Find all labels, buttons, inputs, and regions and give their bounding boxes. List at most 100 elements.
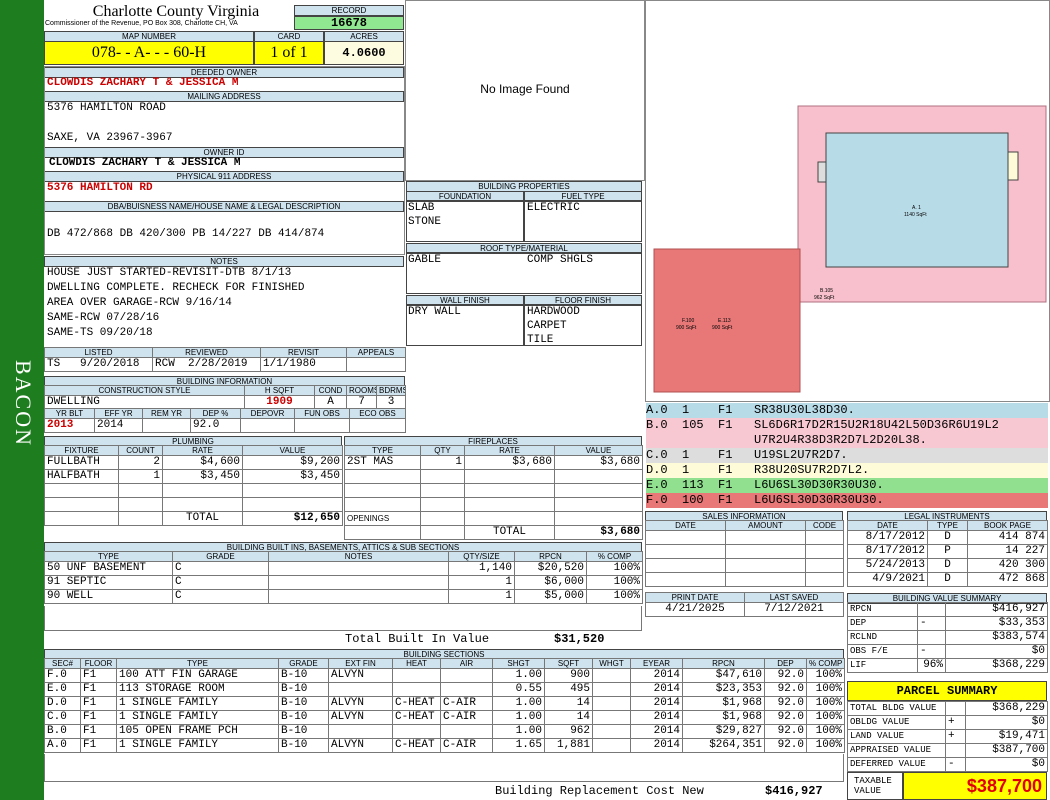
- fp-type-header: TYPE: [344, 445, 421, 456]
- empty-cell: [44, 511, 119, 526]
- style-header: CONSTRUCTION STYLE: [44, 385, 245, 396]
- print-date: 4/21/2025: [645, 602, 745, 617]
- sqft: 900: [544, 668, 593, 683]
- fp-type: 2ST MAS: [344, 455, 421, 470]
- sketch-section-c: [817, 161, 827, 183]
- fuel-type: ELECTRIC: [527, 202, 580, 214]
- table-row: B.0 F1 105 OPEN FRAME PCH B-10 1.00 962 2014 $2…: [44, 724, 845, 739]
- bi-rpcn: $20,520: [514, 561, 587, 576]
- table-row: 90 WELL C 1 $5,000 100%: [44, 589, 643, 604]
- legal-type: D: [927, 558, 968, 573]
- whgt: [592, 668, 631, 683]
- table-row: HALFBATH 1 $3,450 $3,450: [44, 469, 343, 484]
- comp: 100%: [806, 682, 845, 697]
- empty-cell: [44, 483, 119, 498]
- vs-value: $0: [945, 644, 1048, 659]
- hsqft-header: H SQFT: [244, 385, 315, 396]
- sketch-vector-f: F.0 100 F1 L6U6SL30D30R30U30.: [646, 493, 1048, 508]
- remodel-year: [142, 418, 191, 433]
- legal-type-header: TYPE: [927, 520, 968, 531]
- commissioner-line: Commissioner of the Revenue, PO Box 308,…: [45, 20, 238, 27]
- air: C-AIR: [440, 696, 493, 711]
- eyear: 2014: [630, 724, 683, 739]
- print-date-header: PRINT DATE: [645, 592, 745, 603]
- floor: F1: [80, 682, 117, 697]
- sale-code-header: CODE: [805, 520, 844, 531]
- floor-finish-1: HARDWOOD: [527, 306, 580, 318]
- legal-book: 14 227: [967, 544, 1048, 559]
- sketch-section-a: [825, 132, 1009, 268]
- legal-date: 4/9/2021: [847, 572, 928, 587]
- sketch-label-b: B.105: [820, 288, 833, 294]
- bi-type: 91 SEPTIC: [44, 575, 173, 590]
- empty-cell: [118, 497, 163, 512]
- sketch-vector-e: E.0 113 F1 L6U6SL30D30R30U30.: [646, 478, 1048, 493]
- empty-cell: [554, 469, 643, 484]
- sec: E.0: [44, 682, 81, 697]
- sqft: 14: [544, 696, 593, 711]
- empty-cell: [464, 497, 555, 512]
- value: $3,450: [242, 469, 343, 484]
- dep: 92.0: [764, 682, 807, 697]
- building-sketch: A. 1 1140 SqFt B.105 962 SqFt F.100 E.11…: [653, 105, 1047, 393]
- ps-sign: [945, 701, 966, 716]
- legal-type: P: [927, 544, 968, 559]
- count: 2: [118, 455, 163, 470]
- air: C-AIR: [440, 710, 493, 725]
- table-row: RCLND $383,574: [847, 630, 1048, 645]
- table-row: LIF 96% $368,229: [847, 658, 1048, 673]
- bi-type: 50 UNF BASEMENT: [44, 561, 173, 576]
- floor-header: FLOOR: [80, 658, 117, 669]
- comp: 100%: [806, 668, 845, 683]
- built-in-total: $31,520: [554, 632, 605, 646]
- card-value: 1 of 1: [254, 41, 324, 65]
- whgt: [592, 696, 631, 711]
- vs-label: RCLND: [847, 630, 918, 645]
- vs-label: DEP: [847, 616, 918, 631]
- shgt: 1.00: [492, 724, 545, 739]
- legal-date: 8/17/2012: [847, 544, 928, 559]
- air: C-AIR: [440, 738, 493, 753]
- rate: $3,450: [162, 469, 243, 484]
- depovr-header: DEPOVR: [240, 408, 295, 419]
- notes-list: HOUSE JUST STARTED-REVISIT-DTB 8/1/13 DW…: [47, 266, 402, 341]
- bi-type-header: TYPE: [44, 551, 173, 562]
- note-line: SAME-TS 09/20/18: [47, 327, 153, 339]
- empty-cell: [420, 525, 465, 540]
- empty-cell: [725, 558, 806, 573]
- fp-total: $3,680: [554, 525, 643, 540]
- wall-finish: DRY WALL: [408, 306, 461, 318]
- whgt: [592, 738, 631, 753]
- taxable-label-box: TAXABLE VALUE: [847, 772, 903, 800]
- bi-comp: 100%: [586, 561, 643, 576]
- value-header: VALUE: [242, 445, 343, 456]
- vs-sign: -: [917, 616, 946, 631]
- bi-qty: 1: [448, 589, 515, 604]
- empty-cell: [645, 530, 726, 545]
- built-in-empty-area: [44, 606, 642, 631]
- empty-cell: [805, 544, 844, 559]
- ps-label: LAND VALUE: [847, 729, 946, 744]
- empty-cell: [805, 530, 844, 545]
- table-row: OBLDG VALUE + $0: [847, 715, 1048, 730]
- built-in-total-label: Total Built In Value: [345, 632, 490, 646]
- fp-value: $3,680: [554, 455, 643, 470]
- reviewed-date: 2/28/2019: [188, 358, 248, 371]
- table-row: OBS F/E - $0: [847, 644, 1048, 659]
- comp-header: % COMP: [806, 658, 845, 669]
- rpcn: $47,610: [682, 668, 765, 683]
- district-label: BACON: [11, 360, 36, 448]
- ps-label: OBLDG VALUE: [847, 715, 946, 730]
- sketch-sqft-a: 1140 SqFt: [904, 212, 927, 218]
- built-ins-table: TYPE GRADE NOTES QTY/SIZE RPCN% COMP 50 UNF …: [44, 551, 643, 604]
- fp-value-header: VALUE: [554, 445, 643, 456]
- bi-rpcn: $6,000: [514, 575, 587, 590]
- sketch-sqft-f: 900 SqFt: [676, 325, 697, 331]
- fp-total-label: TOTAL: [464, 525, 555, 540]
- table-row: A.0 F1 1 SINGLE FAMILY B-10 ALVYN C-HEAT C-AIR…: [44, 738, 845, 753]
- count: 1: [118, 469, 163, 484]
- floor: F1: [80, 710, 117, 725]
- sketch-label-e: E.113: [718, 318, 731, 324]
- comp: 100%: [806, 710, 845, 725]
- whgt: [592, 682, 631, 697]
